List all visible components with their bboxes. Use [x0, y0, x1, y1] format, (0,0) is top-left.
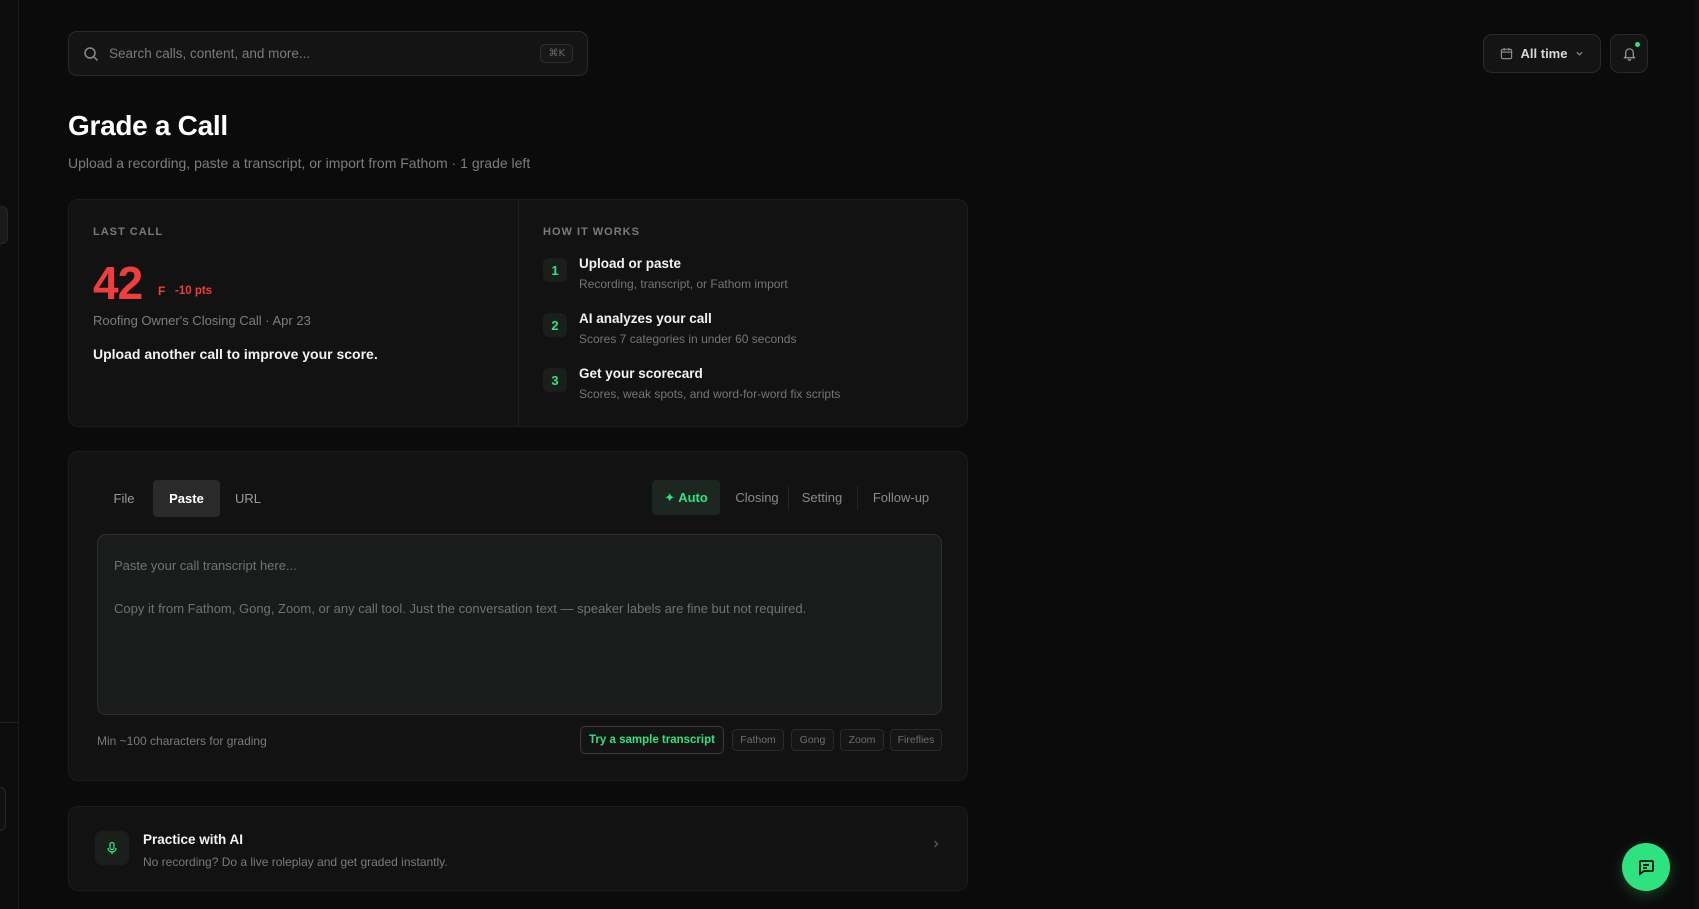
last-call-cta: Upload another call to improve your scor… [93, 346, 378, 362]
chat-support-button[interactable] [1622, 843, 1670, 891]
notification-dot [1635, 42, 1640, 47]
page-title: Grade a Call [68, 110, 228, 141]
search-icon [83, 46, 99, 62]
practice-desc: No recording? Do a live roleplay and get… [143, 855, 448, 869]
card-divider [518, 200, 519, 426]
mode-follow-up[interactable]: Follow-up [858, 480, 944, 515]
practice-with-ai-card[interactable]: Practice with AI No recording? Do a live… [68, 806, 968, 891]
step-desc: Recording, transcript, or Fathom import [579, 277, 788, 291]
min-characters-note: Min ~100 characters for grading [97, 734, 267, 748]
bell-icon [1622, 46, 1637, 61]
sample-transcript-button[interactable]: Try a sample transcript [580, 726, 724, 754]
time-filter-dropdown[interactable]: All time [1483, 34, 1601, 73]
notifications-button[interactable] [1610, 34, 1648, 73]
step-title: Get your scorecard [579, 366, 703, 381]
search-shortcut-badge: ⌘K [540, 44, 573, 63]
step-desc: Scores 7 categories in under 60 seconds [579, 332, 797, 346]
how-it-works-step: 3 Get your scorecard Scores, weak spots,… [543, 366, 840, 401]
source-chip-fireflies[interactable]: Fireflies [890, 729, 942, 751]
grade-input-card: File Paste URL ✦ Auto Closing Setting Fo… [68, 451, 968, 781]
source-chip-fathom[interactable]: Fathom [732, 729, 784, 751]
step-title: AI analyzes your call [579, 311, 712, 326]
mode-separator [788, 486, 789, 510]
microphone-icon [95, 831, 129, 865]
tab-file[interactable]: File [97, 480, 151, 517]
mode-closing[interactable]: Closing [722, 480, 792, 515]
sidebar-user-handle[interactable] [0, 787, 6, 831]
time-filter-label: All time [1520, 46, 1568, 61]
step-number: 3 [543, 368, 567, 392]
chevron-right-icon [931, 839, 941, 849]
last-call-score: 42 [93, 257, 143, 309]
practice-title: Practice with AI [143, 832, 244, 847]
chat-bubble-icon [1636, 857, 1656, 877]
step-title: Upload or paste [579, 256, 682, 271]
search-input[interactable]: Search calls, content, and more... [109, 46, 540, 61]
step-number: 2 [543, 313, 567, 337]
how-it-works-step: 1 Upload or paste Recording, transcript,… [543, 256, 788, 291]
summary-card: LAST CALL 42 F -10 pts Roofing Owner's C… [68, 199, 968, 427]
transcript-textarea[interactable] [97, 534, 942, 715]
sidebar-toggle[interactable] [0, 206, 8, 244]
last-call-meta: Roofing Owner's Closing Call · Apr 23 [93, 313, 311, 328]
search-bar[interactable]: Search calls, content, and more... ⌘K [68, 31, 588, 76]
mode-setting[interactable]: Setting [790, 480, 854, 515]
chevron-down-icon [1575, 49, 1584, 58]
page-scrollbar[interactable] [1695, 0, 1699, 909]
how-it-works-label: HOW IT WORKS [543, 226, 640, 238]
last-call-label: LAST CALL [93, 226, 164, 238]
last-call-grade: F [158, 284, 166, 298]
mode-auto[interactable]: ✦ Auto [652, 480, 720, 515]
tab-paste[interactable]: Paste [153, 480, 220, 517]
how-it-works-step: 2 AI analyzes your call Scores 7 categor… [543, 311, 796, 346]
source-chip-zoom[interactable]: Zoom [840, 729, 884, 751]
source-chip-gong[interactable]: Gong [791, 729, 834, 751]
calendar-icon [1500, 47, 1513, 60]
last-call-delta: -10 pts [175, 285, 213, 297]
step-desc: Scores, weak spots, and word-for-word fi… [579, 387, 841, 401]
sidebar-divider [0, 722, 18, 723]
tab-url[interactable]: URL [222, 480, 274, 517]
step-number: 1 [543, 258, 567, 282]
page-subtitle: Upload a recording, paste a transcript, … [68, 155, 531, 171]
sidebar-collapsed [0, 0, 19, 909]
